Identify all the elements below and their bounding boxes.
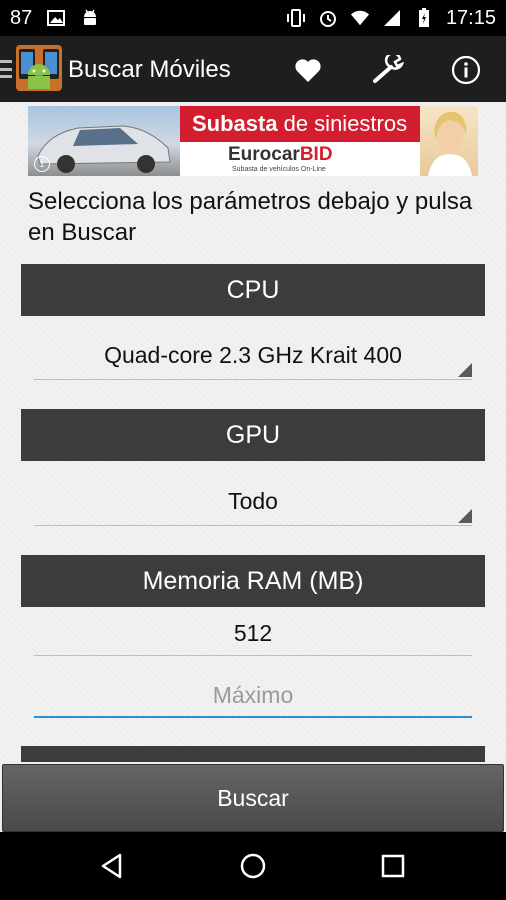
- app-logo[interactable]: [16, 45, 62, 91]
- app-title: Buscar Móviles: [68, 56, 231, 83]
- ad-info-icon[interactable]: i: [34, 156, 50, 172]
- wifi-icon: [350, 8, 370, 28]
- battery-level-text: 87: [10, 6, 33, 29]
- android-notification-icon: [80, 8, 100, 28]
- recents-icon[interactable]: [373, 846, 413, 886]
- home-icon[interactable]: [233, 846, 273, 886]
- vibrate-icon: [286, 8, 306, 28]
- alarm-icon: [318, 8, 338, 28]
- gpu-section-header: GPU: [21, 409, 485, 461]
- cpu-selected-value: Quad-core 2.3 GHz Krait 400: [104, 342, 402, 368]
- status-bar: 87 17:15: [0, 0, 506, 36]
- clock-time: 17:15: [445, 6, 496, 29]
- cpu-section-header: CPU: [21, 264, 485, 316]
- ad-brand: EurocarBID: [228, 144, 333, 166]
- wrench-icon[interactable]: [368, 50, 408, 90]
- ram-min-value: 512: [233, 620, 273, 646]
- back-icon[interactable]: [92, 846, 132, 886]
- ad-headline: Subasta de siniestros: [180, 106, 420, 142]
- dropdown-triangle-icon: [458, 363, 472, 377]
- gpu-selected-value: Todo: [228, 488, 278, 514]
- dropdown-triangle-icon: [458, 509, 472, 523]
- signal-icon: [382, 8, 402, 28]
- ram-min-field[interactable]: 512: [34, 612, 472, 656]
- car-image: [28, 106, 180, 176]
- ad-headline-bold: Subasta: [192, 111, 278, 136]
- gpu-spinner[interactable]: Todo: [34, 478, 472, 526]
- ad-person-image: [420, 106, 478, 176]
- ram-max-input[interactable]: [34, 681, 472, 709]
- ad-brand-b: BID: [299, 144, 333, 165]
- search-form: Subasta de siniestros EurocarBID Subasta …: [0, 102, 506, 762]
- info-icon[interactable]: [446, 50, 486, 90]
- cpu-spinner[interactable]: Quad-core 2.3 GHz Krait 400: [34, 332, 472, 380]
- action-bar: Buscar Móviles: [0, 36, 506, 102]
- ad-banner[interactable]: Subasta de siniestros EurocarBID Subasta …: [28, 106, 478, 176]
- navigation-bar: [0, 832, 506, 900]
- battery-icon: [414, 8, 434, 28]
- ram-section-header: Memoria RAM (MB): [21, 555, 485, 607]
- next-section-header: [21, 746, 485, 762]
- ram-max-field[interactable]: [34, 674, 472, 718]
- heart-icon[interactable]: [288, 50, 328, 90]
- drawer-icon[interactable]: [0, 60, 12, 78]
- ad-brand-a: Eurocar: [228, 144, 300, 165]
- image-notification-icon: [46, 8, 66, 28]
- ad-tagline: Subasta de vehículos On-Line: [232, 166, 326, 173]
- ad-headline-light: de siniestros: [283, 111, 408, 136]
- search-button[interactable]: Buscar: [2, 764, 504, 832]
- instructions-text: Selecciona los parámetros debajo y pulsa…: [28, 188, 473, 246]
